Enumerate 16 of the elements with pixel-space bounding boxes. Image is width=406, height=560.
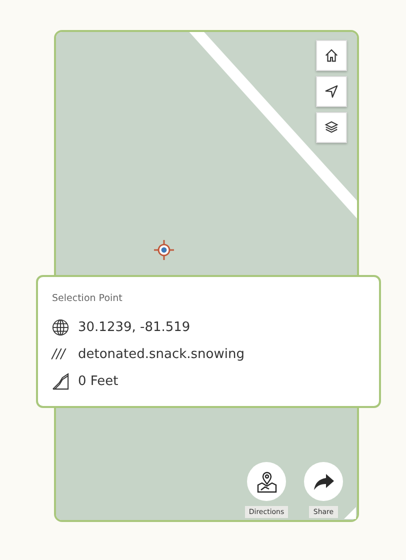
address-text: detonated.snack.snowing (78, 347, 244, 362)
elevation-text: 0 Feet (78, 374, 118, 389)
slashes-prefix: /// (52, 347, 68, 362)
card-title: Selection Point (52, 293, 124, 304)
map-pin-icon (254, 470, 278, 494)
layers-button[interactable] (316, 112, 347, 143)
locate-button[interactable] (316, 76, 347, 107)
elevation-icon (52, 373, 69, 390)
home-icon (324, 48, 339, 63)
coordinates-text: 30.1239, -81.519 (78, 320, 190, 335)
resize-handle-icon (344, 507, 356, 519)
globe-icon (52, 319, 69, 336)
navigation-arrow-icon (324, 84, 339, 99)
home-button[interactable] (316, 40, 347, 71)
layers-icon (324, 120, 339, 135)
crosshair-icon (154, 240, 174, 260)
